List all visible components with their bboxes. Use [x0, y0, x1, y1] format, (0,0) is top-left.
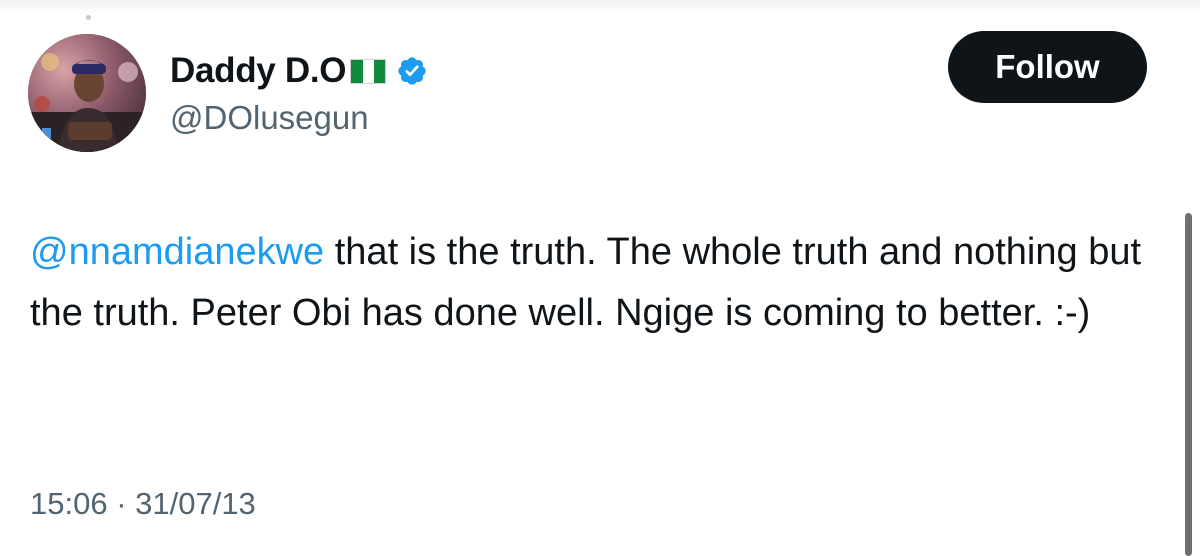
decorative-dot [86, 15, 91, 20]
mention-link[interactable]: @nnamdianekwe [30, 231, 324, 273]
tweet-timestamp[interactable]: 15:06 · 31/07/13 [30, 482, 256, 526]
avatar[interactable] [28, 34, 146, 152]
follow-button[interactable]: Follow [948, 31, 1147, 103]
verified-badge-icon [398, 57, 426, 85]
avatar-photo [28, 34, 146, 152]
tweet-text: @nnamdianekwe that is the truth. The who… [30, 222, 1160, 344]
author-handle[interactable]: @DOlusegun [170, 96, 369, 140]
author-name-row[interactable]: Daddy D.O [170, 48, 428, 94]
top-divider [0, 0, 1200, 14]
display-name[interactable]: Daddy D.O [170, 48, 347, 94]
scrollbar[interactable] [1185, 213, 1192, 556]
nigeria-flag-icon [350, 58, 387, 84]
